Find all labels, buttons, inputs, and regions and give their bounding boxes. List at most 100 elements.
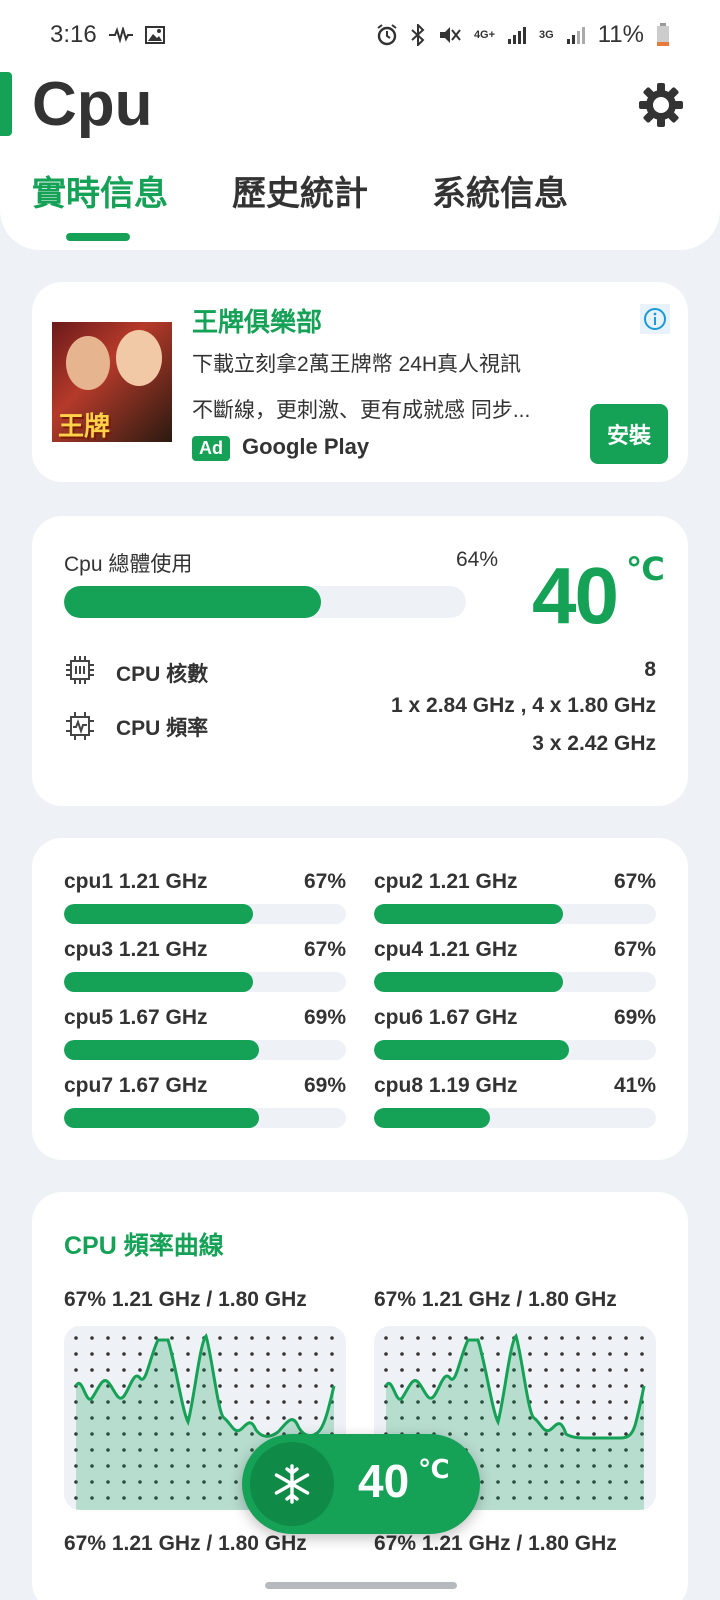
settings-button[interactable] (638, 82, 684, 128)
cpu-cores-label: CPU 核數 (116, 663, 209, 686)
tab-system-info[interactable]: 系統信息 (432, 166, 568, 241)
ad-title[interactable]: 王牌俱樂部 (192, 302, 322, 339)
core-item: cpu8 1.19 GHz 41% (374, 1074, 656, 1134)
snowflake-icon (274, 1464, 310, 1504)
chip-frequency-icon (66, 712, 94, 740)
core-bar-fill (64, 1108, 259, 1128)
floating-temperature-value: 40 (358, 1455, 410, 1507)
core-bar-fill (374, 1040, 569, 1060)
core-bar-fill (64, 904, 253, 924)
core-name: cpu7 1.67 GHz (64, 1074, 208, 1097)
home-indicator[interactable] (265, 1582, 457, 1589)
cpu-usage-label: Cpu 總體使用 (64, 553, 193, 576)
core-bar-fill (64, 972, 253, 992)
core-bar (374, 1040, 656, 1060)
core-percent: 67% (303, 938, 346, 961)
cpu-frequency-label: CPU 頻率 (116, 717, 209, 740)
title-accent-bar (0, 72, 12, 136)
frequency-curve-title: CPU 頻率曲線 (64, 1232, 224, 1260)
core-percent: 67% (613, 870, 656, 893)
core-bar (374, 904, 656, 924)
battery-icon (657, 23, 669, 46)
floating-temperature-unit: ℃ (418, 1454, 450, 1484)
core-item: cpu5 1.67 GHz 69% (64, 1006, 346, 1066)
chip-icon (66, 656, 94, 684)
status-right: 4G+ 3G 11% (376, 21, 670, 49)
cpu-usage-bar (64, 586, 466, 618)
ad-badge: Ad (192, 436, 230, 461)
core-name: cpu8 1.19 GHz (374, 1074, 518, 1097)
frequency-curve-block: 67% 1.21 GHz / 1.80 GHz 67% 1.21 GHz / 1… (374, 1288, 656, 1555)
tab-realtime[interactable]: 實時信息 (32, 166, 168, 241)
cpu-temperature-unit: ℃ (626, 551, 665, 587)
ad-install-button[interactable]: 安裝 (590, 404, 668, 464)
network-3g-label: 3G (539, 29, 554, 41)
core-item: cpu2 1.21 GHz 67% (374, 870, 656, 930)
ad-image-logo-text: 王牌 (58, 411, 111, 441)
core-name: cpu4 1.21 GHz (374, 938, 518, 961)
network-4g-label: 4G+ (473, 29, 496, 41)
cpu-usage-bar-fill (64, 586, 322, 618)
cooling-button[interactable] (250, 1442, 334, 1526)
bluetooth-icon (411, 24, 425, 46)
cpu-usage-card: Cpu 總體使用 64% 40 ℃ CPU 核數 8 CPU 頻率 1 x 2.… (32, 516, 688, 806)
core-item: cpu1 1.21 GHz 67% (64, 870, 346, 930)
status-left: 3:16 (50, 21, 165, 49)
core-bar (64, 1108, 346, 1128)
ad-choices-button[interactable] (640, 304, 670, 334)
app-header: Cpu 實時信息 歷史統計 系統信息 (0, 70, 720, 250)
core-item: cpu3 1.21 GHz 67% (64, 938, 346, 998)
pulse-icon (108, 27, 133, 43)
core-bar (374, 1108, 656, 1128)
core-name: cpu6 1.67 GHz (374, 1006, 518, 1029)
core-percent: 69% (613, 1006, 656, 1029)
cpu-temperature-value: 40 (532, 551, 619, 640)
core-percent: 69% (303, 1074, 346, 1097)
core-percent: 69% (303, 1006, 346, 1029)
core-name: cpu2 1.21 GHz (374, 870, 518, 893)
core-name: cpu1 1.21 GHz (64, 870, 208, 893)
cpu-usage-percent: 64% (455, 548, 498, 571)
core-percent: 41% (613, 1074, 656, 1097)
tab-bar: 實時信息 歷史統計 系統信息 (32, 166, 568, 241)
page-title: Cpu (32, 70, 153, 139)
ad-image-person-right (116, 330, 162, 386)
ad-description-line2: 不斷線，更刺激、更有成就感 同步... (192, 399, 531, 422)
frequency-curve-card: CPU 頻率曲線 67% 1.21 GHz / 1.80 GHz 67% 1.2… (32, 1192, 688, 1600)
alarm-icon (377, 24, 397, 46)
tab-history[interactable]: 歷史統計 (232, 166, 368, 241)
cpu-cores-value: 8 (644, 658, 656, 681)
core-bar (64, 972, 346, 992)
ad-description-line1: 下載立刻拿2萬王牌幣 24H真人視訊 (192, 353, 522, 376)
status-bar: 3:16 4G+ 3G 11% (0, 0, 720, 70)
ad-card[interactable]: 王牌 王牌俱樂部 下載立刻拿2萬王牌幣 24H真人視訊 不斷線，更刺激、更有成就… (32, 282, 688, 482)
floating-temperature-button[interactable]: 40 ℃ (242, 1434, 480, 1534)
core-name: cpu5 1.67 GHz (64, 1006, 208, 1029)
core-bar (64, 1040, 346, 1060)
frequency-curve-block: 67% 1.21 GHz / 1.80 GHz 67% 1.21 GHz / 1… (64, 1288, 346, 1555)
gear-icon (639, 83, 683, 127)
core-bar (64, 904, 346, 924)
ad-image[interactable]: 王牌 (52, 322, 172, 442)
cpu-frequency-value-line2: 3 x 2.42 GHz (532, 732, 656, 755)
core-bar-fill (374, 904, 563, 924)
core-percent: 67% (303, 870, 346, 893)
cpu-frequency-value-line1: 1 x 2.84 GHz , 4 x 1.80 GHz (391, 694, 656, 717)
mute-icon (439, 27, 461, 43)
core-bar-fill (374, 972, 563, 992)
core-bar-fill (374, 1108, 490, 1128)
info-icon (644, 308, 666, 330)
frequency-curve-footer: 67% 1.21 GHz / 1.80 GHz (64, 1532, 307, 1555)
core-item: cpu6 1.67 GHz 69% (374, 1006, 656, 1066)
core-percent: 67% (613, 938, 656, 961)
battery-percent: 11% (597, 21, 644, 48)
ad-image-person-left (66, 336, 110, 390)
core-item: cpu7 1.67 GHz 69% (64, 1074, 346, 1134)
cpu-cores-card: cpu1 1.21 GHz 67% cpu2 1.21 GHz 67% cpu3… (32, 838, 688, 1160)
core-item: cpu4 1.21 GHz 67% (374, 938, 656, 998)
frequency-curve-header: 67% 1.21 GHz / 1.80 GHz (374, 1288, 617, 1311)
signal-icon (508, 27, 527, 44)
core-bar (374, 972, 656, 992)
ad-store-name: Google Play (242, 434, 370, 459)
status-time: 3:16 (50, 21, 97, 48)
